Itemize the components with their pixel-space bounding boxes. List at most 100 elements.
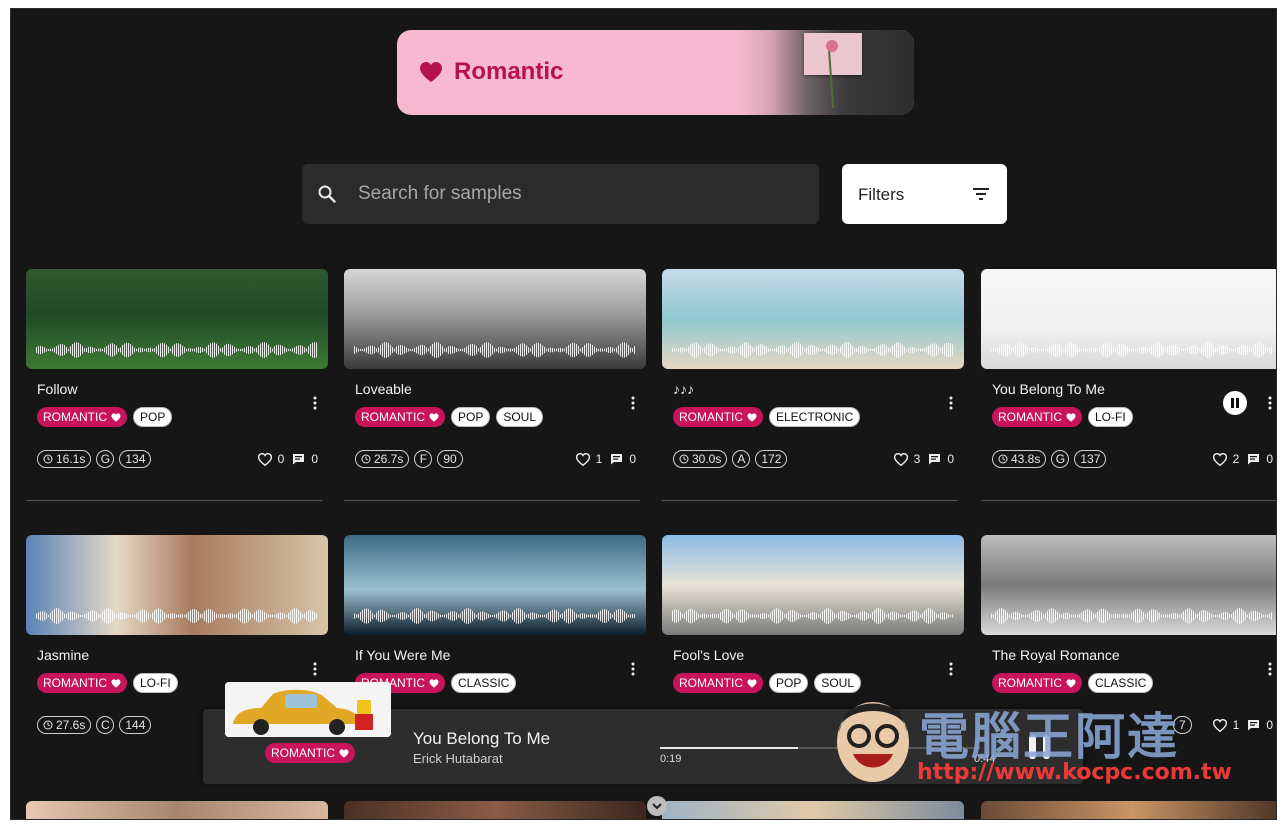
sample-thumbnail[interactable] <box>26 801 328 819</box>
sample-title[interactable]: The Royal Romance <box>992 647 1120 663</box>
waveform[interactable] <box>672 341 954 359</box>
sample-card[interactable]: Fool's Love ROMANTIC POP SOUL <box>662 535 964 693</box>
like-button[interactable]: 2 <box>1212 452 1239 466</box>
genre-tag[interactable]: ROMANTIC <box>673 673 763 693</box>
duration-pill: 26.7s <box>355 450 410 468</box>
waveform[interactable] <box>991 341 1273 359</box>
genre-tag[interactable]: POP <box>133 407 173 427</box>
genre-tag[interactable]: ROMANTIC <box>355 407 445 427</box>
heart-icon <box>339 748 349 758</box>
heart-outline-icon <box>575 452 590 466</box>
more-vertical-icon[interactable] <box>630 661 636 677</box>
waveform[interactable] <box>991 607 1273 625</box>
banner-title: Romantic <box>454 58 564 85</box>
comment-button[interactable]: 0 <box>928 452 954 466</box>
like-button[interactable]: 1 <box>575 452 602 466</box>
sample-title[interactable]: If You Were Me <box>355 647 450 663</box>
waveform[interactable] <box>672 607 954 625</box>
sample-meta: 27.6s C 144 <box>37 716 152 734</box>
filters-button[interactable]: Filters <box>842 164 1007 224</box>
player-genre-tag[interactable]: ROMANTIC <box>265 743 355 763</box>
sample-thumbnail[interactable] <box>344 801 646 819</box>
sample-title[interactable]: Jasmine <box>37 647 89 663</box>
clock-icon <box>998 454 1008 464</box>
sample-thumbnail[interactable] <box>344 269 646 369</box>
sample-card[interactable]: ♪♪♪ ROMANTIC ELECTRONIC 30.0s A 172 3 0 <box>662 269 964 501</box>
sample-card[interactable]: Jasmine ROMANTIC LO-FI 27.6s C 144 <box>26 535 328 734</box>
player-artist: Erick Hutabarat <box>413 751 503 766</box>
waveform[interactable] <box>354 341 636 359</box>
comment-button[interactable]: 0 <box>1247 718 1273 732</box>
genre-tag[interactable]: ROMANTIC <box>992 407 1082 427</box>
waveform[interactable] <box>36 341 318 359</box>
comment-icon <box>611 454 623 465</box>
sample-meta: 16.1s G 134 <box>37 450 152 468</box>
sample-card[interactable]: Follow ROMANTIC POP 16.1s G 134 0 0 <box>26 269 328 501</box>
waveform[interactable] <box>354 607 636 625</box>
comment-button[interactable]: 0 <box>1247 452 1273 466</box>
genre-tag[interactable]: ROMANTIC <box>673 407 763 427</box>
sample-meta: 43.8s G 137 <box>992 450 1107 468</box>
key-pill: A <box>732 450 751 468</box>
sample-title[interactable]: Follow <box>37 381 77 397</box>
sample-card[interactable]: You Belong To Me ROMANTIC LO-FI 43.8s G 1… <box>981 269 1276 501</box>
genre-tag[interactable]: LO-FI <box>133 673 178 693</box>
comment-button[interactable]: 0 <box>610 452 636 466</box>
genre-tag[interactable]: LO-FI <box>1088 407 1133 427</box>
genre-tag[interactable]: ROMANTIC <box>37 407 127 427</box>
comment-button[interactable]: 0 <box>292 452 318 466</box>
sample-thumbnail[interactable] <box>344 535 646 635</box>
sample-card[interactable]: If You Were Me ROMANTIC CLASSIC <box>344 535 646 693</box>
sample-thumbnail[interactable] <box>26 269 328 369</box>
sample-title[interactable]: You Belong To Me <box>992 381 1105 397</box>
collapse-player-button[interactable] <box>647 796 667 816</box>
sample-title[interactable]: Loveable <box>355 381 412 397</box>
more-vertical-icon[interactable] <box>1267 395 1273 411</box>
card-divider <box>26 500 322 501</box>
sample-thumbnail[interactable] <box>981 269 1276 369</box>
sample-thumbnail[interactable] <box>662 269 964 369</box>
genre-tag[interactable]: ELECTRONIC <box>769 407 861 427</box>
heart-icon <box>429 678 439 688</box>
more-vertical-icon[interactable] <box>630 395 636 411</box>
watermark-url: http://www.kocpc.com.tw <box>917 760 1232 785</box>
sample-title[interactable]: Fool's Love <box>673 647 744 663</box>
sample-thumbnail[interactable] <box>981 801 1276 819</box>
sample-title[interactable]: ♪♪♪ <box>673 381 694 397</box>
more-vertical-icon[interactable] <box>948 661 954 677</box>
heart-outline-icon <box>257 452 272 466</box>
bpm-pill: 144 <box>119 716 152 734</box>
more-vertical-icon[interactable] <box>312 395 318 411</box>
genre-tag[interactable]: SOUL <box>814 673 862 693</box>
sample-thumbnail[interactable] <box>26 535 328 635</box>
sample-card[interactable]: Loveable ROMANTIC POP SOUL 26.7s F 90 1 0 <box>344 269 646 501</box>
sample-thumbnail[interactable] <box>981 535 1276 635</box>
heart-icon <box>747 678 757 688</box>
sample-thumbnail[interactable] <box>662 801 964 819</box>
like-button[interactable]: 1 <box>1212 718 1239 732</box>
more-vertical-icon[interactable] <box>312 661 318 677</box>
comment-icon <box>929 454 941 465</box>
sample-meta: 30.0s A 172 <box>673 450 788 468</box>
sample-thumbnail[interactable] <box>662 535 964 635</box>
sample-card[interactable]: The Royal Romance ROMANTIC CLASSIC 7 1 0 <box>981 535 1276 734</box>
genre-tag[interactable]: SOUL <box>496 407 544 427</box>
genre-tag[interactable]: POP <box>769 673 809 693</box>
genre-tag[interactable]: ROMANTIC <box>37 673 127 693</box>
genre-tag[interactable]: ROMANTIC <box>992 673 1082 693</box>
tag-list: ROMANTIC CLASSIC <box>992 673 1154 693</box>
key-pill: G <box>96 450 115 468</box>
chevron-down-icon <box>652 803 662 810</box>
tag-list: ROMANTIC POP SOUL <box>673 673 862 693</box>
genre-tag[interactable]: CLASSIC <box>451 673 517 693</box>
search-input[interactable] <box>358 164 798 224</box>
like-button[interactable]: 3 <box>893 452 920 466</box>
pause-button[interactable] <box>1223 391 1247 415</box>
more-vertical-icon[interactable] <box>948 395 954 411</box>
like-button[interactable]: 0 <box>257 452 284 466</box>
duration-pill: 43.8s <box>992 450 1047 468</box>
genre-tag[interactable]: POP <box>451 407 491 427</box>
waveform[interactable] <box>36 607 318 625</box>
genre-tag[interactable]: CLASSIC <box>1088 673 1154 693</box>
more-vertical-icon[interactable] <box>1267 661 1273 677</box>
